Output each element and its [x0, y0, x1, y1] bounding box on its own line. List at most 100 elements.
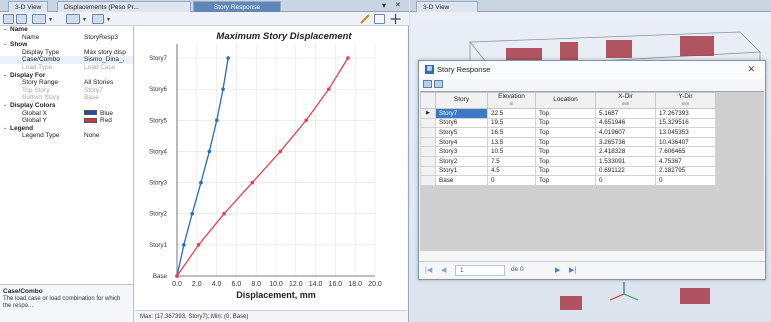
property-section[interactable]: ⌄ Display For: [0, 72, 133, 80]
row-selector[interactable]: [420, 155, 436, 167]
cell-location[interactable]: Top: [535, 117, 596, 129]
cell-story[interactable]: Story6: [435, 117, 488, 129]
pan-icon[interactable]: [390, 14, 401, 24]
property-row[interactable]: Name StoryResp3: [0, 34, 133, 42]
cell-story[interactable]: Story7: [435, 108, 488, 119]
property-row[interactable]: Global X Blue: [0, 110, 133, 118]
property-section[interactable]: ⌄ Display Colors: [0, 102, 133, 110]
tab-displacements[interactable]: Displacements (Peso Pr...: [57, 1, 191, 12]
row-selector[interactable]: [420, 146, 436, 157]
table-row[interactable]: Story3 10.5 Top 2.418328 7.606465: [420, 146, 716, 157]
property-value[interactable]: Blue: [84, 110, 132, 118]
cell-elevation[interactable]: 16.5: [487, 127, 536, 138]
chevron-down-icon[interactable]: ▼: [48, 17, 53, 23]
cell-story[interactable]: Story5: [435, 127, 488, 138]
chevron-down-icon[interactable]: ▼: [106, 17, 111, 23]
cell-y[interactable]: 0: [655, 175, 716, 186]
cell-location[interactable]: Top: [535, 175, 596, 186]
table-view-icon[interactable]: [66, 14, 80, 24]
pencil-icon[interactable]: [359, 14, 371, 24]
cell-location[interactable]: Top: [535, 165, 596, 177]
table-row[interactable]: Story4 13.5 Top 3.265736 10.436407: [420, 136, 716, 148]
cell-y[interactable]: 7.606465: [655, 146, 716, 157]
property-value[interactable]: Max story disp: [84, 49, 132, 57]
table-row[interactable]: Story2 7.5 Top 1.533091 4.75367: [420, 155, 716, 167]
copy-icon[interactable]: [434, 80, 443, 88]
cell-story[interactable]: Base: [435, 175, 488, 186]
display-options-icon[interactable]: [3, 14, 14, 24]
property-row[interactable]: Top Story Story7: [0, 87, 133, 95]
property-row[interactable]: Case/Combo Sismo_Dina_,: [0, 56, 133, 64]
cell-elevation[interactable]: 7.5: [487, 155, 536, 167]
property-row[interactable]: Load Type Load Case: [0, 64, 133, 72]
cell-x[interactable]: 4.651946: [595, 117, 656, 129]
row-selector[interactable]: [420, 175, 436, 186]
cell-x[interactable]: 4.019607: [595, 127, 656, 138]
cell-elevation[interactable]: 22.5: [487, 108, 536, 119]
tab-3d-view-right[interactable]: 3-D View: [416, 1, 478, 12]
property-row[interactable]: Global Y Red: [0, 117, 133, 125]
zoom-window-icon[interactable]: [374, 14, 385, 24]
table-row[interactable]: Base 0 Top 0 0: [420, 175, 716, 186]
property-row[interactable]: Display Type Max story disp: [0, 49, 133, 57]
property-row[interactable]: Legend Type None: [0, 132, 133, 140]
record-number-input[interactable]: 1: [455, 265, 505, 276]
tab-story-response[interactable]: Story Response: [193, 1, 281, 12]
cell-x[interactable]: 1.533091: [595, 155, 656, 167]
tab-3d-view[interactable]: 3-D View: [8, 1, 49, 12]
property-section[interactable]: ⌄ Name: [0, 26, 133, 34]
last-record-button[interactable]: ▶|: [569, 266, 576, 274]
cell-location[interactable]: Top: [535, 155, 596, 167]
refresh-icon[interactable]: [16, 14, 27, 24]
collapse-icon[interactable]: ⌄: [3, 41, 7, 49]
export-icon[interactable]: [92, 14, 104, 24]
cell-elevation[interactable]: 13.5: [487, 136, 536, 148]
cell-x[interactable]: 0: [595, 175, 656, 186]
column-header-y-dir[interactable]: Y-Dir mm: [655, 92, 716, 109]
cell-x[interactable]: 5.1687: [595, 108, 656, 119]
cell-y[interactable]: 13.045353: [655, 127, 716, 138]
property-value[interactable]: StoryResp3: [84, 34, 132, 42]
cell-location[interactable]: Top: [535, 146, 596, 157]
property-row[interactable]: Story Range All Stories: [0, 79, 133, 87]
cell-elevation[interactable]: 4.5: [487, 165, 536, 177]
property-section[interactable]: ⌄ Legend: [0, 125, 133, 133]
cell-y[interactable]: 4.75367: [655, 155, 716, 167]
row-selector[interactable]: [420, 127, 436, 138]
property-value[interactable]: All Stories: [84, 79, 132, 87]
column-header-location[interactable]: Location: [535, 92, 596, 109]
property-value[interactable]: Base: [84, 94, 132, 102]
cell-story[interactable]: Story4: [435, 136, 488, 148]
table-row[interactable]: Story5 16.5 Top 4.019607 13.045353: [420, 127, 716, 138]
cell-elevation[interactable]: 10.5: [487, 146, 536, 157]
column-header-elevation[interactable]: Elevation m: [487, 92, 536, 109]
row-selector[interactable]: ▶: [420, 108, 436, 119]
first-record-button[interactable]: |◀: [425, 266, 432, 274]
cell-story[interactable]: Story1: [435, 165, 488, 177]
collapse-icon[interactable]: ⌄: [3, 72, 7, 80]
close-tab-icon[interactable]: ✕: [395, 0, 401, 12]
property-value[interactable]: Sismo_Dina_,: [84, 56, 132, 64]
table-row[interactable]: Story1 4.5 Top 0.691122 2.182795: [420, 165, 716, 177]
table-row[interactable]: ▶ Story7 22.5 Top 5.1687 17.267393: [420, 108, 716, 119]
cell-x[interactable]: 2.418328: [595, 146, 656, 157]
tab-list-dropdown-icon[interactable]: ▾: [382, 0, 386, 12]
cell-y[interactable]: 17.267393: [655, 108, 716, 119]
collapse-icon[interactable]: ⌄: [3, 26, 7, 34]
cell-x[interactable]: 3.265736: [595, 136, 656, 148]
cell-location[interactable]: Top: [535, 127, 596, 138]
cell-location[interactable]: Top: [535, 108, 596, 119]
cell-y[interactable]: 15.329516: [655, 117, 716, 129]
export-excel-icon[interactable]: [423, 80, 432, 88]
property-value[interactable]: None: [84, 132, 132, 140]
property-value[interactable]: Story7: [84, 87, 132, 95]
next-record-button[interactable]: ▶: [555, 266, 560, 274]
collapse-icon[interactable]: ⌄: [3, 125, 7, 133]
cell-y[interactable]: 10.436407: [655, 136, 716, 148]
row-selector[interactable]: [420, 136, 436, 148]
column-header-story[interactable]: Story: [435, 92, 488, 109]
cell-location[interactable]: Top: [535, 136, 596, 148]
prev-record-button[interactable]: ◀: [441, 266, 446, 274]
property-value[interactable]: Load Case: [84, 64, 132, 72]
cell-x[interactable]: 0.691122: [595, 165, 656, 177]
